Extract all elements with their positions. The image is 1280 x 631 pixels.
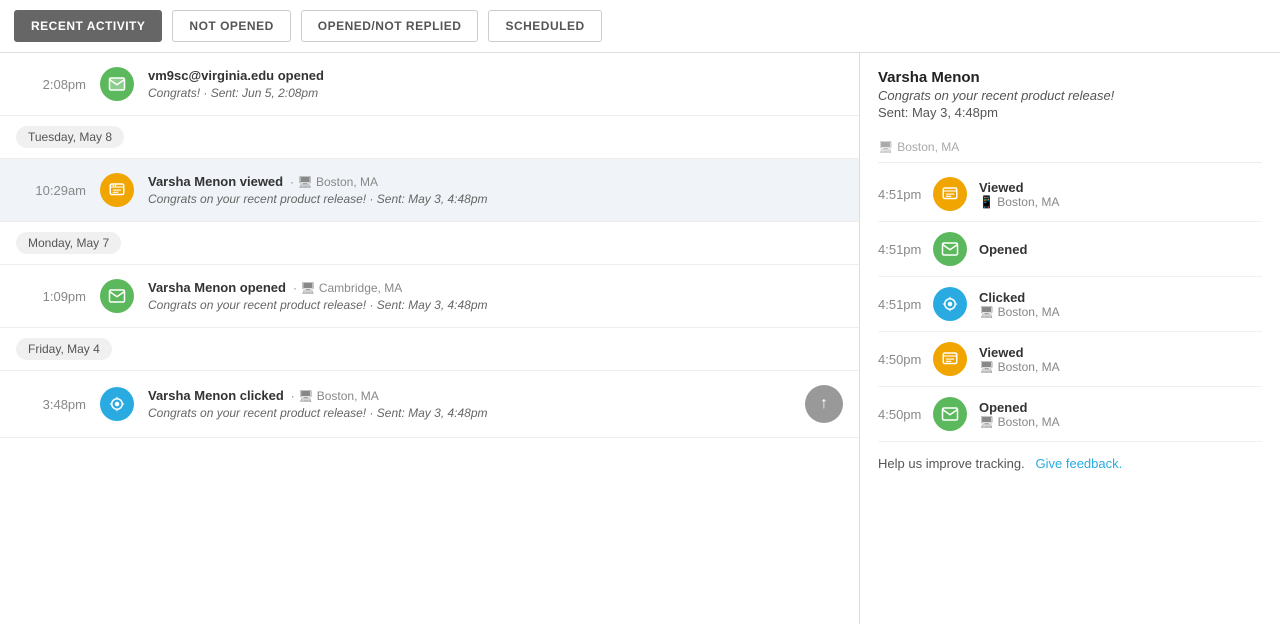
event-label: Clicked [979, 290, 1262, 305]
activity-location: · 🖥 Boston, MA [287, 175, 378, 189]
activity-time: 2:08pm [16, 77, 86, 92]
view-icon [933, 177, 967, 211]
envelope-icon [100, 67, 134, 101]
date-label: Tuesday, May 8 [16, 126, 124, 148]
activity-content: Varsha Menon clicked · 🖥 Boston, MA Cong… [148, 388, 797, 420]
event-sub: 📱 Boston, MA [979, 195, 1262, 209]
event-time: 4:50pm [878, 407, 933, 422]
activity-content: Varsha Menon viewed · 🖥 Boston, MA Congr… [148, 174, 843, 206]
date-separator: Friday, May 4 [0, 328, 859, 371]
left-panel: 2:08pm vm9sc@virginia.edu opened Congrat… [0, 53, 860, 624]
detail-events: 4:51pm Viewed 📱 Boston, MA [878, 167, 1262, 442]
main-layout: 2:08pm vm9sc@virginia.edu opened Congrat… [0, 53, 1280, 624]
event-label: Opened [979, 400, 1262, 415]
activity-title: Varsha Menon viewed · 🖥 Boston, MA [148, 174, 843, 189]
envelope-icon [933, 397, 967, 431]
detail-subject: Congrats on your recent product release! [878, 88, 1262, 103]
click-icon [100, 387, 134, 421]
event-content: Opened [979, 242, 1262, 257]
event-sub: 🖥 Boston, MA [979, 360, 1262, 374]
monitor-icon: 🖥 [979, 305, 994, 319]
detail-event: 4:51pm Opened [878, 222, 1262, 277]
activity-time: 3:48pm [16, 397, 86, 412]
detail-event: 4:50pm Viewed 🖥 Boston, MA [878, 332, 1262, 387]
right-panel: Varsha Menon Congrats on your recent pro… [860, 53, 1280, 624]
envelope-icon [933, 232, 967, 266]
tab-recent-activity[interactable]: RECENT ACTIVITY [14, 10, 162, 42]
envelope-icon [100, 279, 134, 313]
tab-scheduled[interactable]: SCHEDULED [488, 10, 601, 42]
date-label: Friday, May 4 [16, 338, 112, 360]
activity-subtitle: Congrats on your recent product release!… [148, 192, 843, 206]
mobile-icon: 📱 [979, 195, 994, 209]
event-content: Viewed 🖥 Boston, MA [979, 345, 1262, 374]
activity-title: Varsha Menon opened · 🖥 Cambridge, MA [148, 280, 843, 295]
feedback-link[interactable]: Give feedback. [1036, 456, 1123, 471]
event-content: Opened 🖥 Boston, MA [979, 400, 1262, 429]
monitor-icon: 🖥 [979, 360, 994, 374]
activity-content: Varsha Menon opened · 🖥 Cambridge, MA Co… [148, 280, 843, 312]
activity-row[interactable]: 2:08pm vm9sc@virginia.edu opened Congrat… [0, 53, 859, 116]
activity-row[interactable]: 10:29am Varsha Menon viewed · 🖥 Boston, … [0, 159, 859, 222]
view-icon [100, 173, 134, 207]
date-separator: Monday, May 7 [0, 222, 859, 265]
click-icon [933, 287, 967, 321]
monitor-icon: 🖥 [979, 415, 994, 429]
monitor-icon-top: 🖥 [878, 140, 893, 154]
detail-top-location: Boston, MA [897, 140, 959, 154]
event-content: Viewed 📱 Boston, MA [979, 180, 1262, 209]
event-time: 4:51pm [878, 297, 933, 312]
activity-content: vm9sc@virginia.edu opened Congrats! · Se… [148, 68, 843, 100]
scroll-up-button[interactable]: ↑ [805, 385, 843, 423]
detail-contact-name: Varsha Menon [878, 69, 1262, 86]
event-sub: 🖥 Boston, MA [979, 305, 1262, 319]
activity-row[interactable]: 3:48pm Varsha Menon clicked · 🖥 Boston, … [0, 371, 859, 438]
activity-subtitle: Congrats on your recent product release!… [148, 406, 797, 420]
activity-time: 10:29am [16, 183, 86, 198]
activity-subtitle: Congrats on your recent product release!… [148, 298, 843, 312]
event-label: Opened [979, 242, 1262, 257]
view-icon [933, 342, 967, 376]
detail-event: 4:51pm Clicked 🖥 Boston, MA [878, 277, 1262, 332]
activity-location: · 🖥 Cambridge, MA [290, 281, 403, 295]
detail-event: 4:50pm Opened 🖥 Boston, MA [878, 387, 1262, 442]
detail-sent: Sent: May 3, 4:48pm [878, 105, 1262, 120]
date-label: Monday, May 7 [16, 232, 121, 254]
activity-title: Varsha Menon clicked · 🖥 Boston, MA [148, 388, 797, 403]
event-time: 4:50pm [878, 352, 933, 367]
event-content: Clicked 🖥 Boston, MA [979, 290, 1262, 319]
tabs-bar: RECENT ACTIVITY NOT OPENED OPENED/NOT RE… [0, 0, 1280, 53]
tab-opened-not-replied[interactable]: OPENED/NOT REPLIED [301, 10, 479, 42]
feedback-text: Help us improve tracking. [878, 456, 1025, 471]
activity-subtitle: Congrats! · Sent: Jun 5, 2:08pm [148, 86, 843, 100]
activity-row[interactable]: 1:09pm Varsha Menon opened · 🖥 Cambridge… [0, 265, 859, 328]
event-time: 4:51pm [878, 187, 933, 202]
activity-location: · 🖥 Boston, MA [287, 389, 378, 403]
detail-event: 4:51pm Viewed 📱 Boston, MA [878, 167, 1262, 222]
date-separator: Tuesday, May 8 [0, 116, 859, 159]
tab-not-opened[interactable]: NOT OPENED [172, 10, 290, 42]
event-label: Viewed [979, 345, 1262, 360]
event-time: 4:51pm [878, 242, 933, 257]
event-label: Viewed [979, 180, 1262, 195]
activity-title: vm9sc@virginia.edu opened [148, 68, 843, 83]
feedback-bar: Help us improve tracking. Give feedback. [878, 456, 1262, 471]
activity-time: 1:09pm [16, 289, 86, 304]
event-sub: 🖥 Boston, MA [979, 415, 1262, 429]
